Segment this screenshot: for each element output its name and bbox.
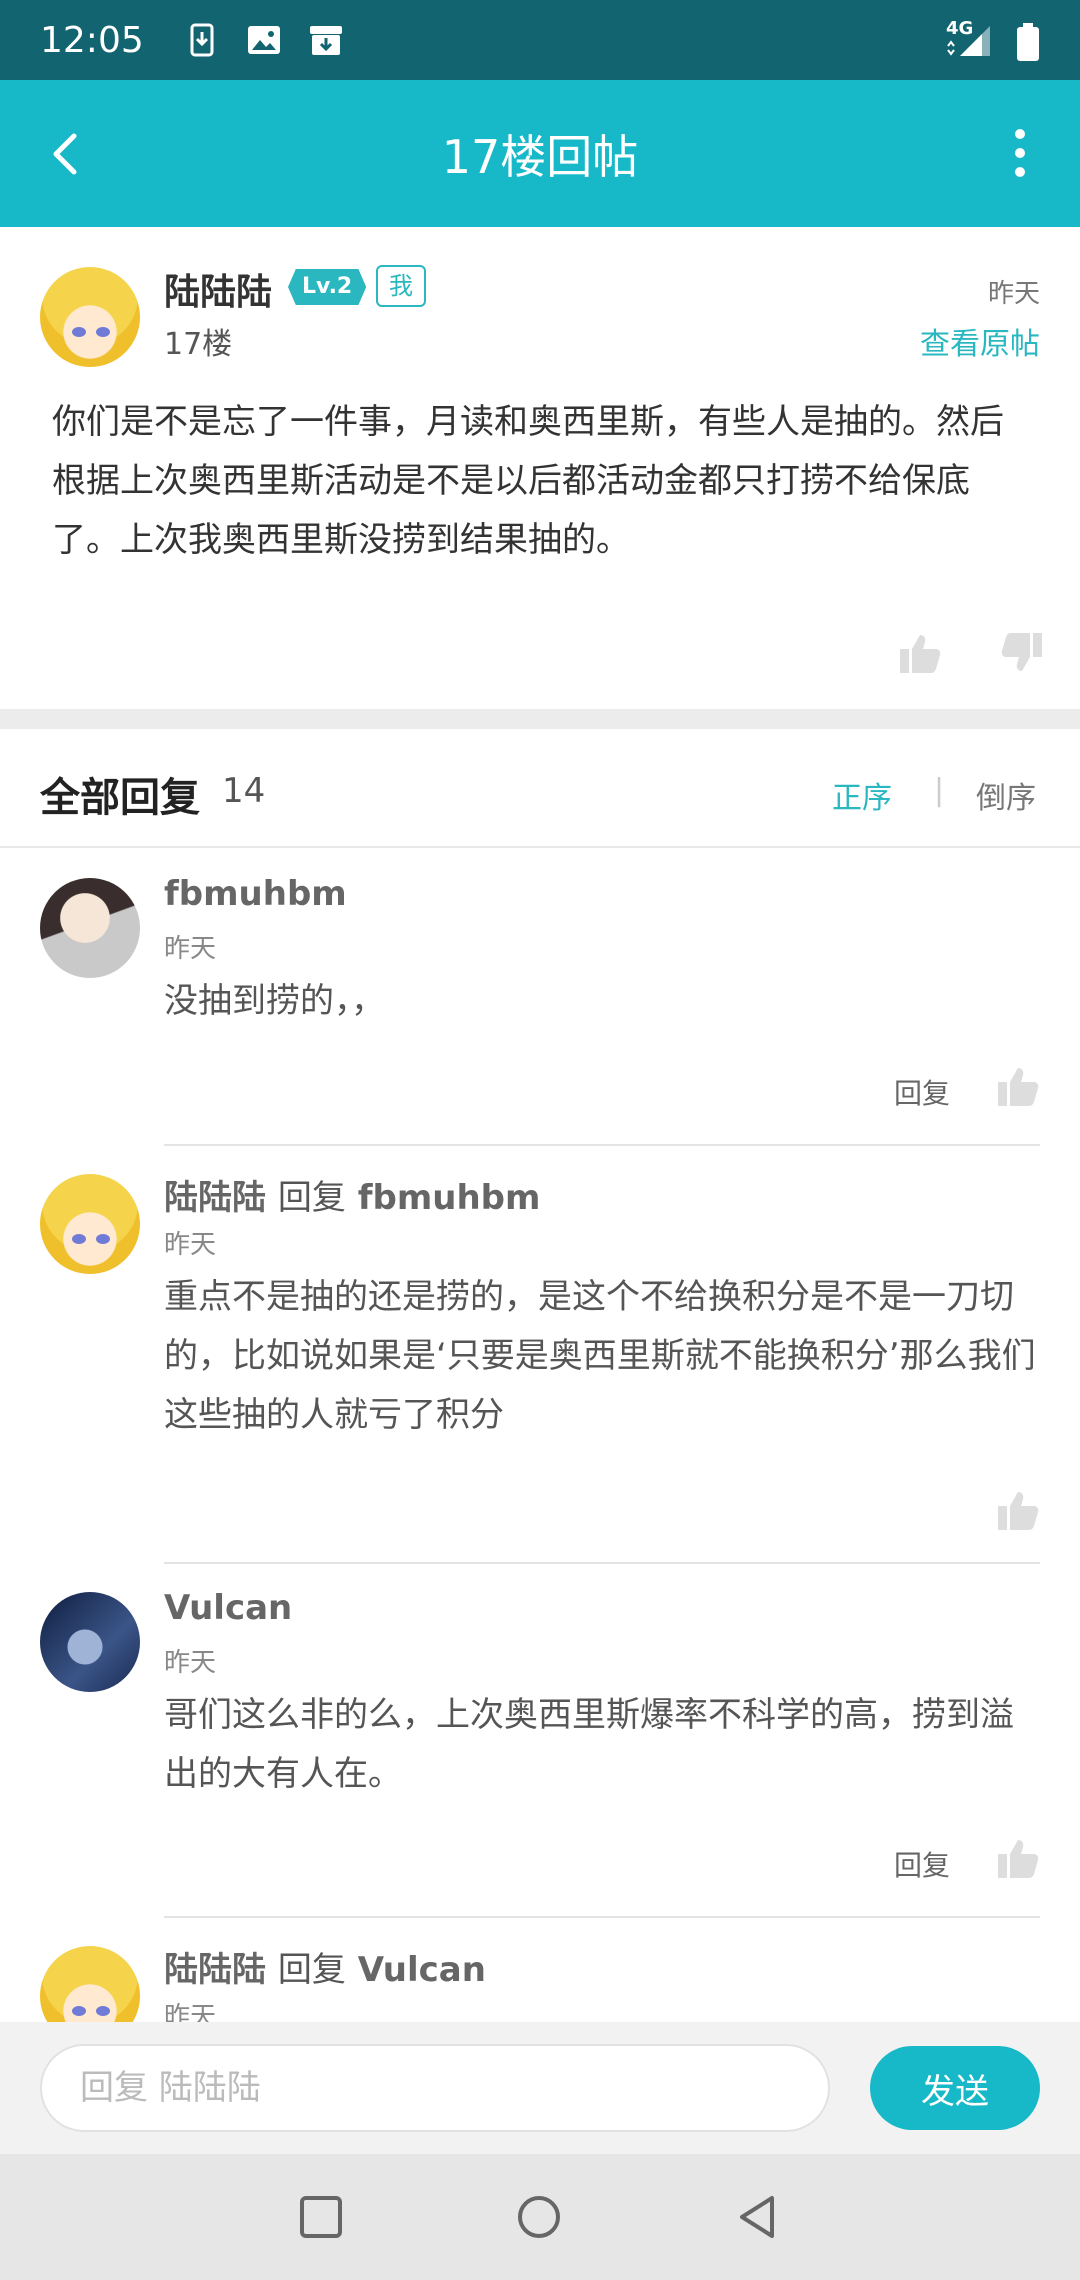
reply-text: 重点不是抽的还是捞的，是这个不给换积分是不是一刀切的，比如说如果是‘只要是奥西里… [164, 1277, 1036, 1435]
like-button[interactable] [996, 1064, 1040, 1108]
original-post: 陆陆陆 Lv.2 我 17楼 昨天 查看原帖 你们是不是忘了一件事，月读和奥西里… [0, 227, 1080, 709]
download-notification-icon [184, 22, 220, 58]
avatar[interactable] [40, 1174, 140, 1274]
avatar[interactable] [40, 1592, 140, 1692]
recent-apps-button[interactable] [298, 2194, 344, 2240]
triangle-back-icon [740, 2196, 774, 2238]
reply-input[interactable] [40, 2044, 830, 2132]
view-original-post-link[interactable]: 查看原帖 [920, 319, 1040, 363]
reply-item: fbmuhbm 昨天 没抽到捞的，， 回复 [0, 850, 1080, 1146]
like-button[interactable] [996, 1836, 1040, 1880]
reply-item: 陆陆陆 回复 Vulcan 昨天 [0, 1918, 1080, 2022]
more-dot-icon [1015, 129, 1025, 139]
reply-author-name[interactable]: fbmuhbm [164, 874, 347, 914]
reply-time: 昨天 [164, 1230, 217, 1260]
replies-header: 全部回复 14 正序 | 倒序 [0, 729, 1080, 848]
system-icons: 4G [944, 18, 1040, 61]
status-time: 12:05 [40, 19, 144, 61]
square-icon [300, 2196, 342, 2238]
archive-notification-icon [308, 22, 344, 58]
avatar[interactable] [40, 1946, 140, 2022]
like-button[interactable] [996, 1488, 1040, 1532]
thumbs-up-icon [998, 1840, 1039, 1878]
reply-item: 陆陆陆 回复 fbmuhbm 昨天 重点不是抽的还是捞的，是这个不给换积分是不是… [0, 1146, 1080, 1564]
sort-ascending-button[interactable]: 正序 [832, 773, 892, 817]
sort-descending-button[interactable]: 倒序 [976, 773, 1036, 817]
more-dot-icon [1015, 148, 1025, 158]
reply-time: 昨天 [164, 2002, 217, 2022]
sort-separator: | [934, 773, 945, 808]
more-options-button[interactable] [1000, 118, 1040, 188]
dislike-button[interactable] [1000, 631, 1044, 675]
thumbs-up-icon [998, 1492, 1039, 1530]
reply-author-name[interactable]: 陆陆陆 回复 fbmuhbm [164, 1170, 540, 1219]
replies-title: 全部回复 [40, 775, 200, 821]
post-author-name[interactable]: 陆陆陆 [164, 263, 272, 315]
home-button[interactable] [516, 2194, 562, 2240]
reply-author-name[interactable]: Vulcan [164, 1588, 292, 1628]
app-header: 17楼回帖 [0, 80, 1080, 227]
status-bar: 12:05 4G [0, 0, 1080, 80]
reply-time: 昨天 [164, 1648, 217, 1678]
back-button[interactable] [40, 122, 100, 186]
reply-button[interactable]: 回复 [894, 1844, 950, 1884]
thumbs-up-icon [900, 635, 941, 673]
back-arrow-icon [53, 133, 77, 175]
section-divider [0, 709, 1080, 729]
level-badge: Lv.2 [288, 269, 367, 305]
like-button[interactable] [898, 631, 942, 675]
cellular-signal-icon: 4G [944, 18, 994, 58]
back-nav-button[interactable] [736, 2194, 782, 2240]
avatar[interactable] [40, 878, 140, 978]
reply-author-name[interactable]: 陆陆陆 回复 Vulcan [164, 1942, 486, 1991]
more-dot-icon [1015, 167, 1025, 177]
reply-time: 昨天 [164, 934, 217, 964]
circle-icon [518, 2196, 560, 2238]
thumbs-down-icon [1001, 633, 1042, 671]
reply-input-bar: 发送 [0, 2022, 1080, 2154]
reply-text: 哥们这么非的么，上次奥西里斯爆率不科学的高，捞到溢出的大有人在。 [164, 1695, 1014, 1794]
system-navigation-bar [0, 2154, 1080, 2280]
replies-count: 14 [222, 771, 266, 811]
post-date: 昨天 [987, 279, 1040, 309]
send-button[interactable]: 发送 [870, 2046, 1040, 2130]
post-content: 你们是不是忘了一件事，月读和奥西里斯，有些人是抽的。然后根据上次奥西里斯活动是不… [52, 402, 1004, 560]
notification-icons [184, 22, 344, 58]
reply-item: Vulcan 昨天 哥们这么非的么，上次奥西里斯爆率不科学的高，捞到溢出的大有人… [0, 1564, 1080, 1918]
avatar[interactable] [40, 267, 140, 367]
post-floor: 17楼 [164, 327, 233, 362]
reply-text: 没抽到捞的，， [164, 981, 385, 1021]
thumbs-up-icon [998, 1068, 1039, 1106]
me-badge: 我 [376, 265, 426, 307]
battery-icon [1016, 22, 1040, 61]
image-notification-icon [246, 22, 282, 58]
reply-button[interactable]: 回复 [894, 1072, 950, 1112]
page-title: 17楼回帖 [441, 129, 639, 184]
